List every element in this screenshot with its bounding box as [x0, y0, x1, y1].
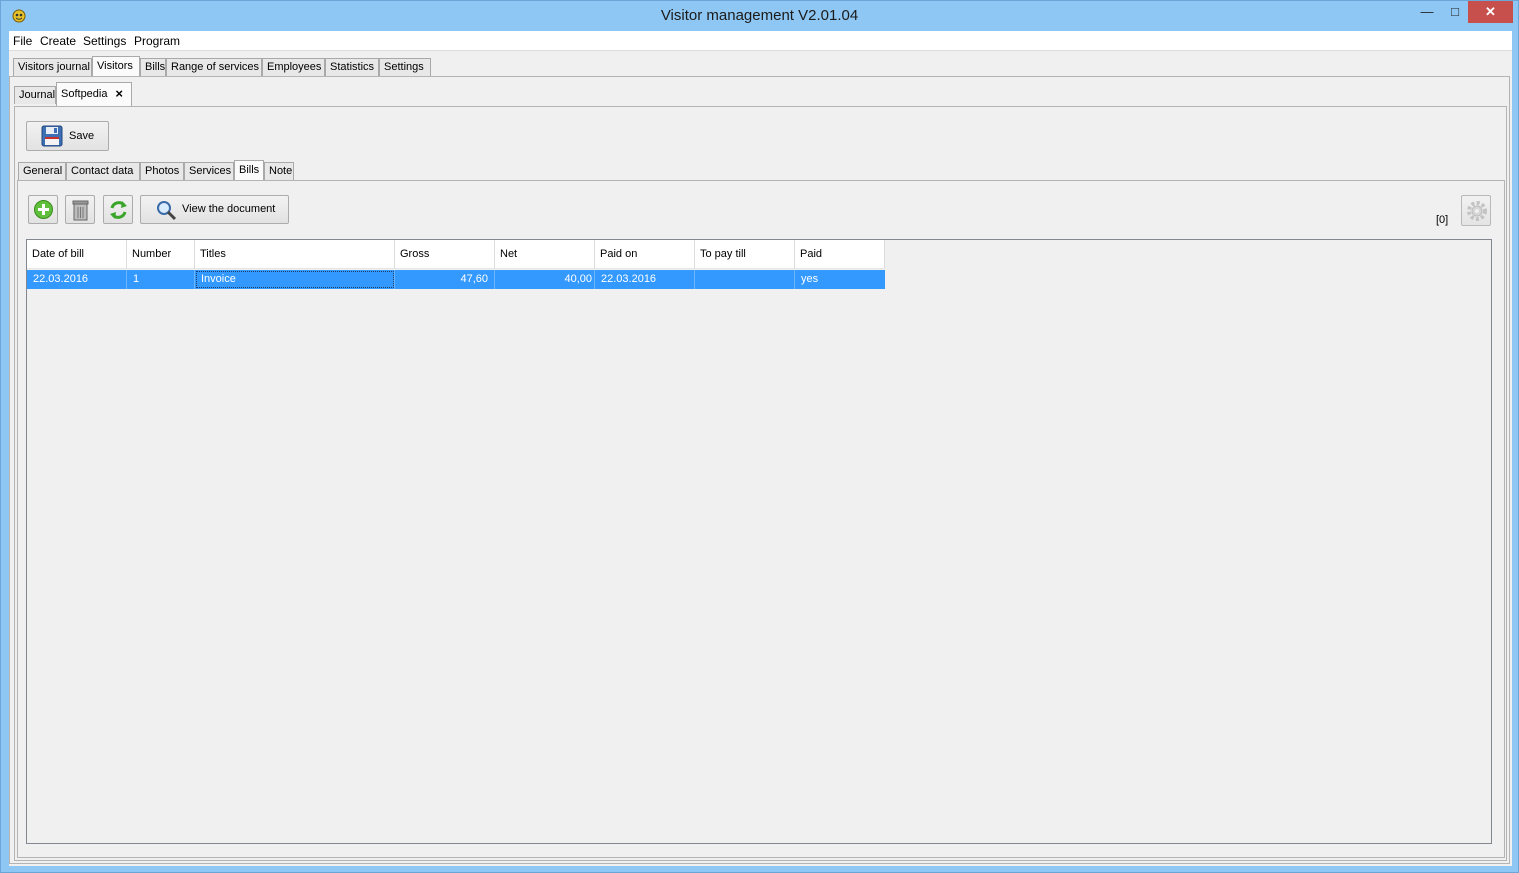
tab-statistics[interactable]: Statistics [325, 58, 379, 76]
menu-settings[interactable]: Settings [83, 34, 126, 48]
column-header-number[interactable]: Number [127, 240, 195, 269]
app-window: Visitor management V2.01.04 — □ ✕ File C… [0, 0, 1519, 873]
close-window-button[interactable]: ✕ [1468, 1, 1513, 23]
view-document-label: View the document [182, 203, 276, 215]
column-header-date[interactable]: Date of bill [27, 240, 127, 269]
tab-softpedia-label: Softpedia [61, 88, 108, 100]
menu-create[interactable]: Create [40, 34, 76, 48]
minimize-button[interactable]: — [1414, 1, 1440, 23]
floppy-icon [41, 125, 63, 147]
column-header-gross[interactable]: Gross [395, 240, 495, 269]
table-row[interactable]: 22.03.2016 1 Invoice 47,60 40,00 22.03.2… [27, 270, 885, 289]
magnifier-icon [157, 201, 177, 221]
tab-bills-detail[interactable]: Bills [234, 160, 264, 180]
add-icon [34, 200, 53, 219]
tab-visitors-journal[interactable]: Visitors journal [13, 58, 92, 76]
cell-date[interactable]: 22.03.2016 [27, 270, 127, 289]
menu-bar: File Create Settings Program [9, 31, 1512, 51]
cell-paid[interactable]: yes [795, 270, 885, 289]
tab-journal[interactable]: Journal [14, 86, 56, 104]
tab-employees[interactable]: Employees [262, 58, 325, 76]
column-header-titles[interactable]: Titles [195, 240, 395, 269]
cell-net[interactable]: 40,00 [495, 270, 595, 289]
grid-settings-button[interactable] [1461, 195, 1491, 226]
tab-visitors[interactable]: Visitors [92, 56, 140, 76]
bills-grid[interactable]: Date of bill Number Titles Gross Net Pai… [26, 239, 1492, 844]
title-bar[interactable]: Visitor management V2.01.04 — □ ✕ [1, 1, 1518, 31]
refresh-button[interactable] [103, 195, 133, 224]
window-title: Visitor management V2.01.04 [660, 7, 859, 24]
column-header-to-pay-till[interactable]: To pay till [695, 240, 795, 269]
tab-contact-data[interactable]: Contact data [66, 162, 140, 180]
save-button-label: Save [69, 130, 95, 142]
trash-icon [72, 200, 89, 221]
tab-softpedia[interactable]: Softpedia × [56, 82, 132, 106]
main-tabs: Visitors journal Visitors Bills Range of… [13, 56, 513, 78]
tab-range-of-services[interactable]: Range of services [166, 58, 262, 76]
tab-bills[interactable]: Bills [140, 58, 166, 76]
tab-photos[interactable]: Photos [140, 162, 184, 180]
maximize-button[interactable]: □ [1442, 1, 1468, 23]
tab-general[interactable]: General [18, 162, 66, 180]
add-bill-button[interactable] [28, 195, 58, 224]
tab-services[interactable]: Services [184, 162, 234, 180]
cell-number[interactable]: 1 [127, 270, 195, 289]
tab-settings[interactable]: Settings [379, 58, 431, 76]
close-tab-icon[interactable]: × [115, 83, 123, 105]
column-header-paid-on[interactable]: Paid on [595, 240, 695, 269]
menu-program[interactable]: Program [134, 34, 180, 48]
column-header-net[interactable]: Net [495, 240, 595, 269]
detail-tabs: General Contact data Photos Services Bil… [18, 160, 318, 182]
record-count: [0] [1436, 214, 1449, 226]
view-document-button[interactable]: View the document [140, 195, 289, 224]
save-button[interactable]: Save [26, 121, 109, 151]
client-area: File Create Settings Program Visitors jo… [9, 31, 1512, 866]
column-header-paid[interactable]: Paid [795, 240, 885, 269]
record-tabs: Journal Softpedia × [14, 82, 214, 106]
tab-note[interactable]: Note [264, 162, 294, 180]
menu-file[interactable]: File [13, 34, 32, 48]
cell-to-pay-till[interactable] [695, 270, 795, 289]
cell-paid-on[interactable]: 22.03.2016 [595, 270, 695, 289]
delete-bill-button[interactable] [65, 195, 95, 224]
refresh-icon [110, 201, 127, 219]
cell-title[interactable]: Invoice [195, 270, 395, 289]
gear-icon [1467, 201, 1487, 221]
cell-gross[interactable]: 47,60 [395, 270, 495, 289]
